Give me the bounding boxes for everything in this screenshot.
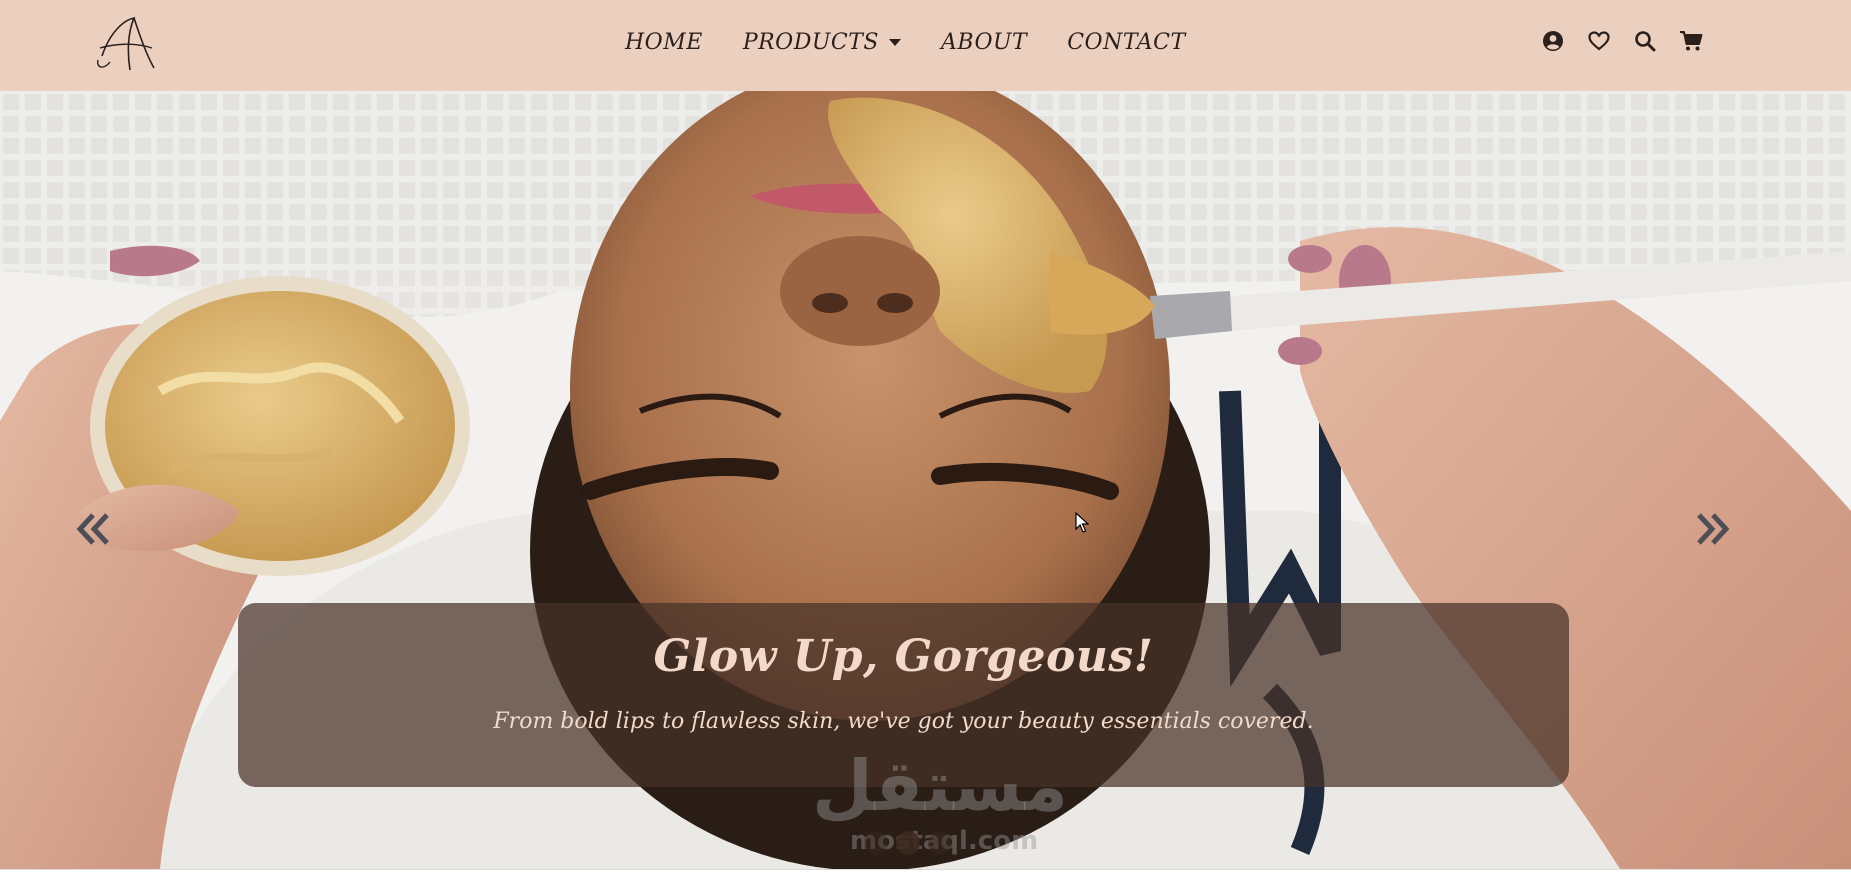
nav-products-dropdown[interactable]: PRODUCTS — [743, 30, 901, 55]
navbar: HOME PRODUCTS ABOUT CONTACT — [0, 0, 1851, 91]
carousel-indicators — [864, 831, 960, 855]
caret-down-icon — [888, 39, 901, 46]
carousel-indicator-1[interactable] — [864, 831, 888, 855]
carousel-indicator-3[interactable] — [928, 831, 952, 855]
caption-title: Glow Up, Gorgeous! — [653, 631, 1154, 682]
mouse-cursor-icon — [1075, 512, 1089, 533]
main-nav: HOME PRODUCTS ABOUT CONTACT — [625, 30, 1186, 55]
user-circle-icon[interactable] — [1541, 29, 1565, 53]
double-chevron-left-icon — [76, 513, 109, 545]
nav-products-label: PRODUCTS — [742, 30, 879, 55]
nav-icons — [1541, 29, 1703, 53]
nav-contact-link[interactable]: CONTACT — [1067, 30, 1185, 55]
nav-home-link[interactable]: HOME — [625, 30, 703, 55]
nav-about-link[interactable]: ABOUT — [941, 30, 1027, 55]
carousel-indicator-2[interactable] — [896, 831, 920, 855]
caption-subtitle: From bold lips to flawless skin, we've g… — [493, 709, 1314, 734]
heart-icon[interactable] — [1587, 29, 1611, 53]
carousel-next-button[interactable] — [1694, 511, 1730, 551]
brand-logo[interactable] — [94, 12, 158, 74]
watermark-logo: مستقل — [812, 745, 1069, 827]
cart-icon[interactable] — [1679, 29, 1703, 53]
page-bottom-edge — [0, 869, 1851, 875]
double-chevron-right-icon — [1697, 513, 1730, 545]
search-icon[interactable] — [1633, 29, 1657, 53]
carousel-prev-button[interactable] — [76, 511, 112, 551]
